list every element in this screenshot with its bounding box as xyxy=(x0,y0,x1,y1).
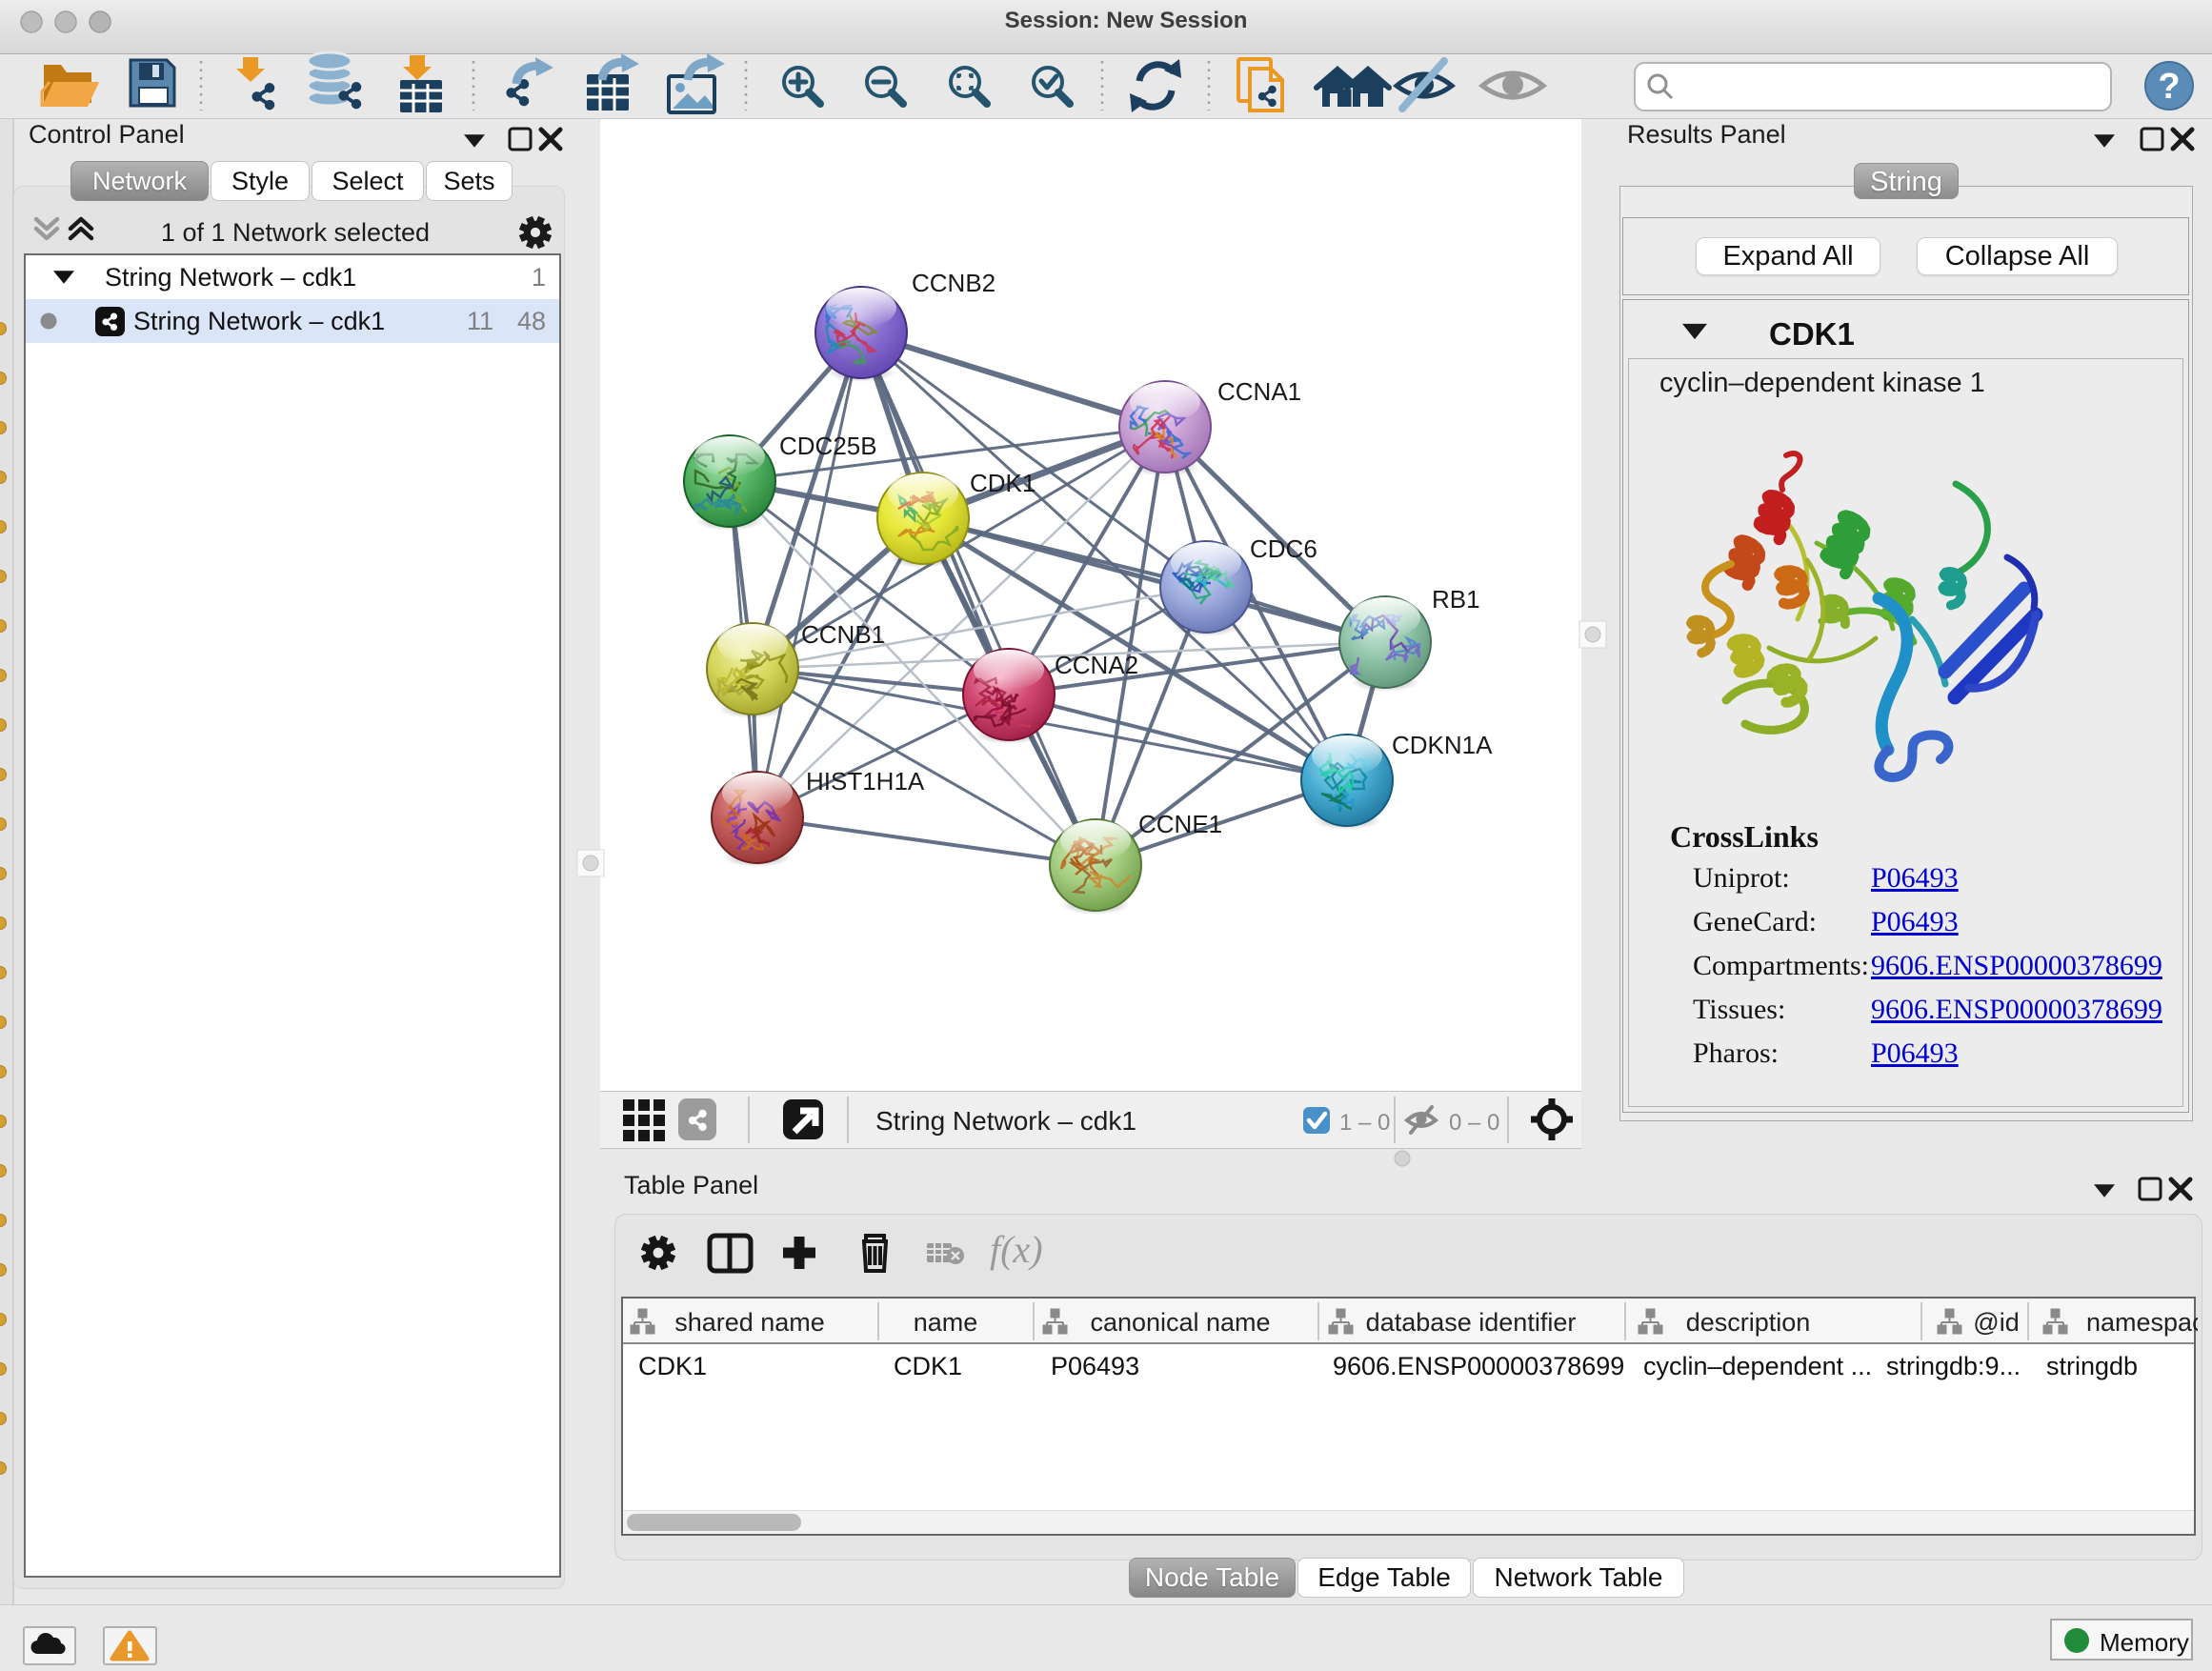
svg-text:CCNA1: CCNA1 xyxy=(1217,377,1301,406)
svg-text:CCNB2: CCNB2 xyxy=(912,269,995,297)
svg-text:RB1: RB1 xyxy=(1432,585,1480,614)
svg-text:?: ? xyxy=(2158,67,2180,107)
svg-text:CDC6: CDC6 xyxy=(1250,534,1317,563)
svg-text:CDKN1A: CDKN1A xyxy=(1392,731,1493,759)
svg-text:CCNB1: CCNB1 xyxy=(801,620,885,649)
svg-text:CCNE1: CCNE1 xyxy=(1138,810,1222,838)
svg-text:HIST1H1A: HIST1H1A xyxy=(806,767,925,795)
svg-text:CDC25B: CDC25B xyxy=(779,432,877,460)
svg-text:CDK1: CDK1 xyxy=(970,469,1036,497)
svg-text:CCNA2: CCNA2 xyxy=(1055,651,1138,679)
